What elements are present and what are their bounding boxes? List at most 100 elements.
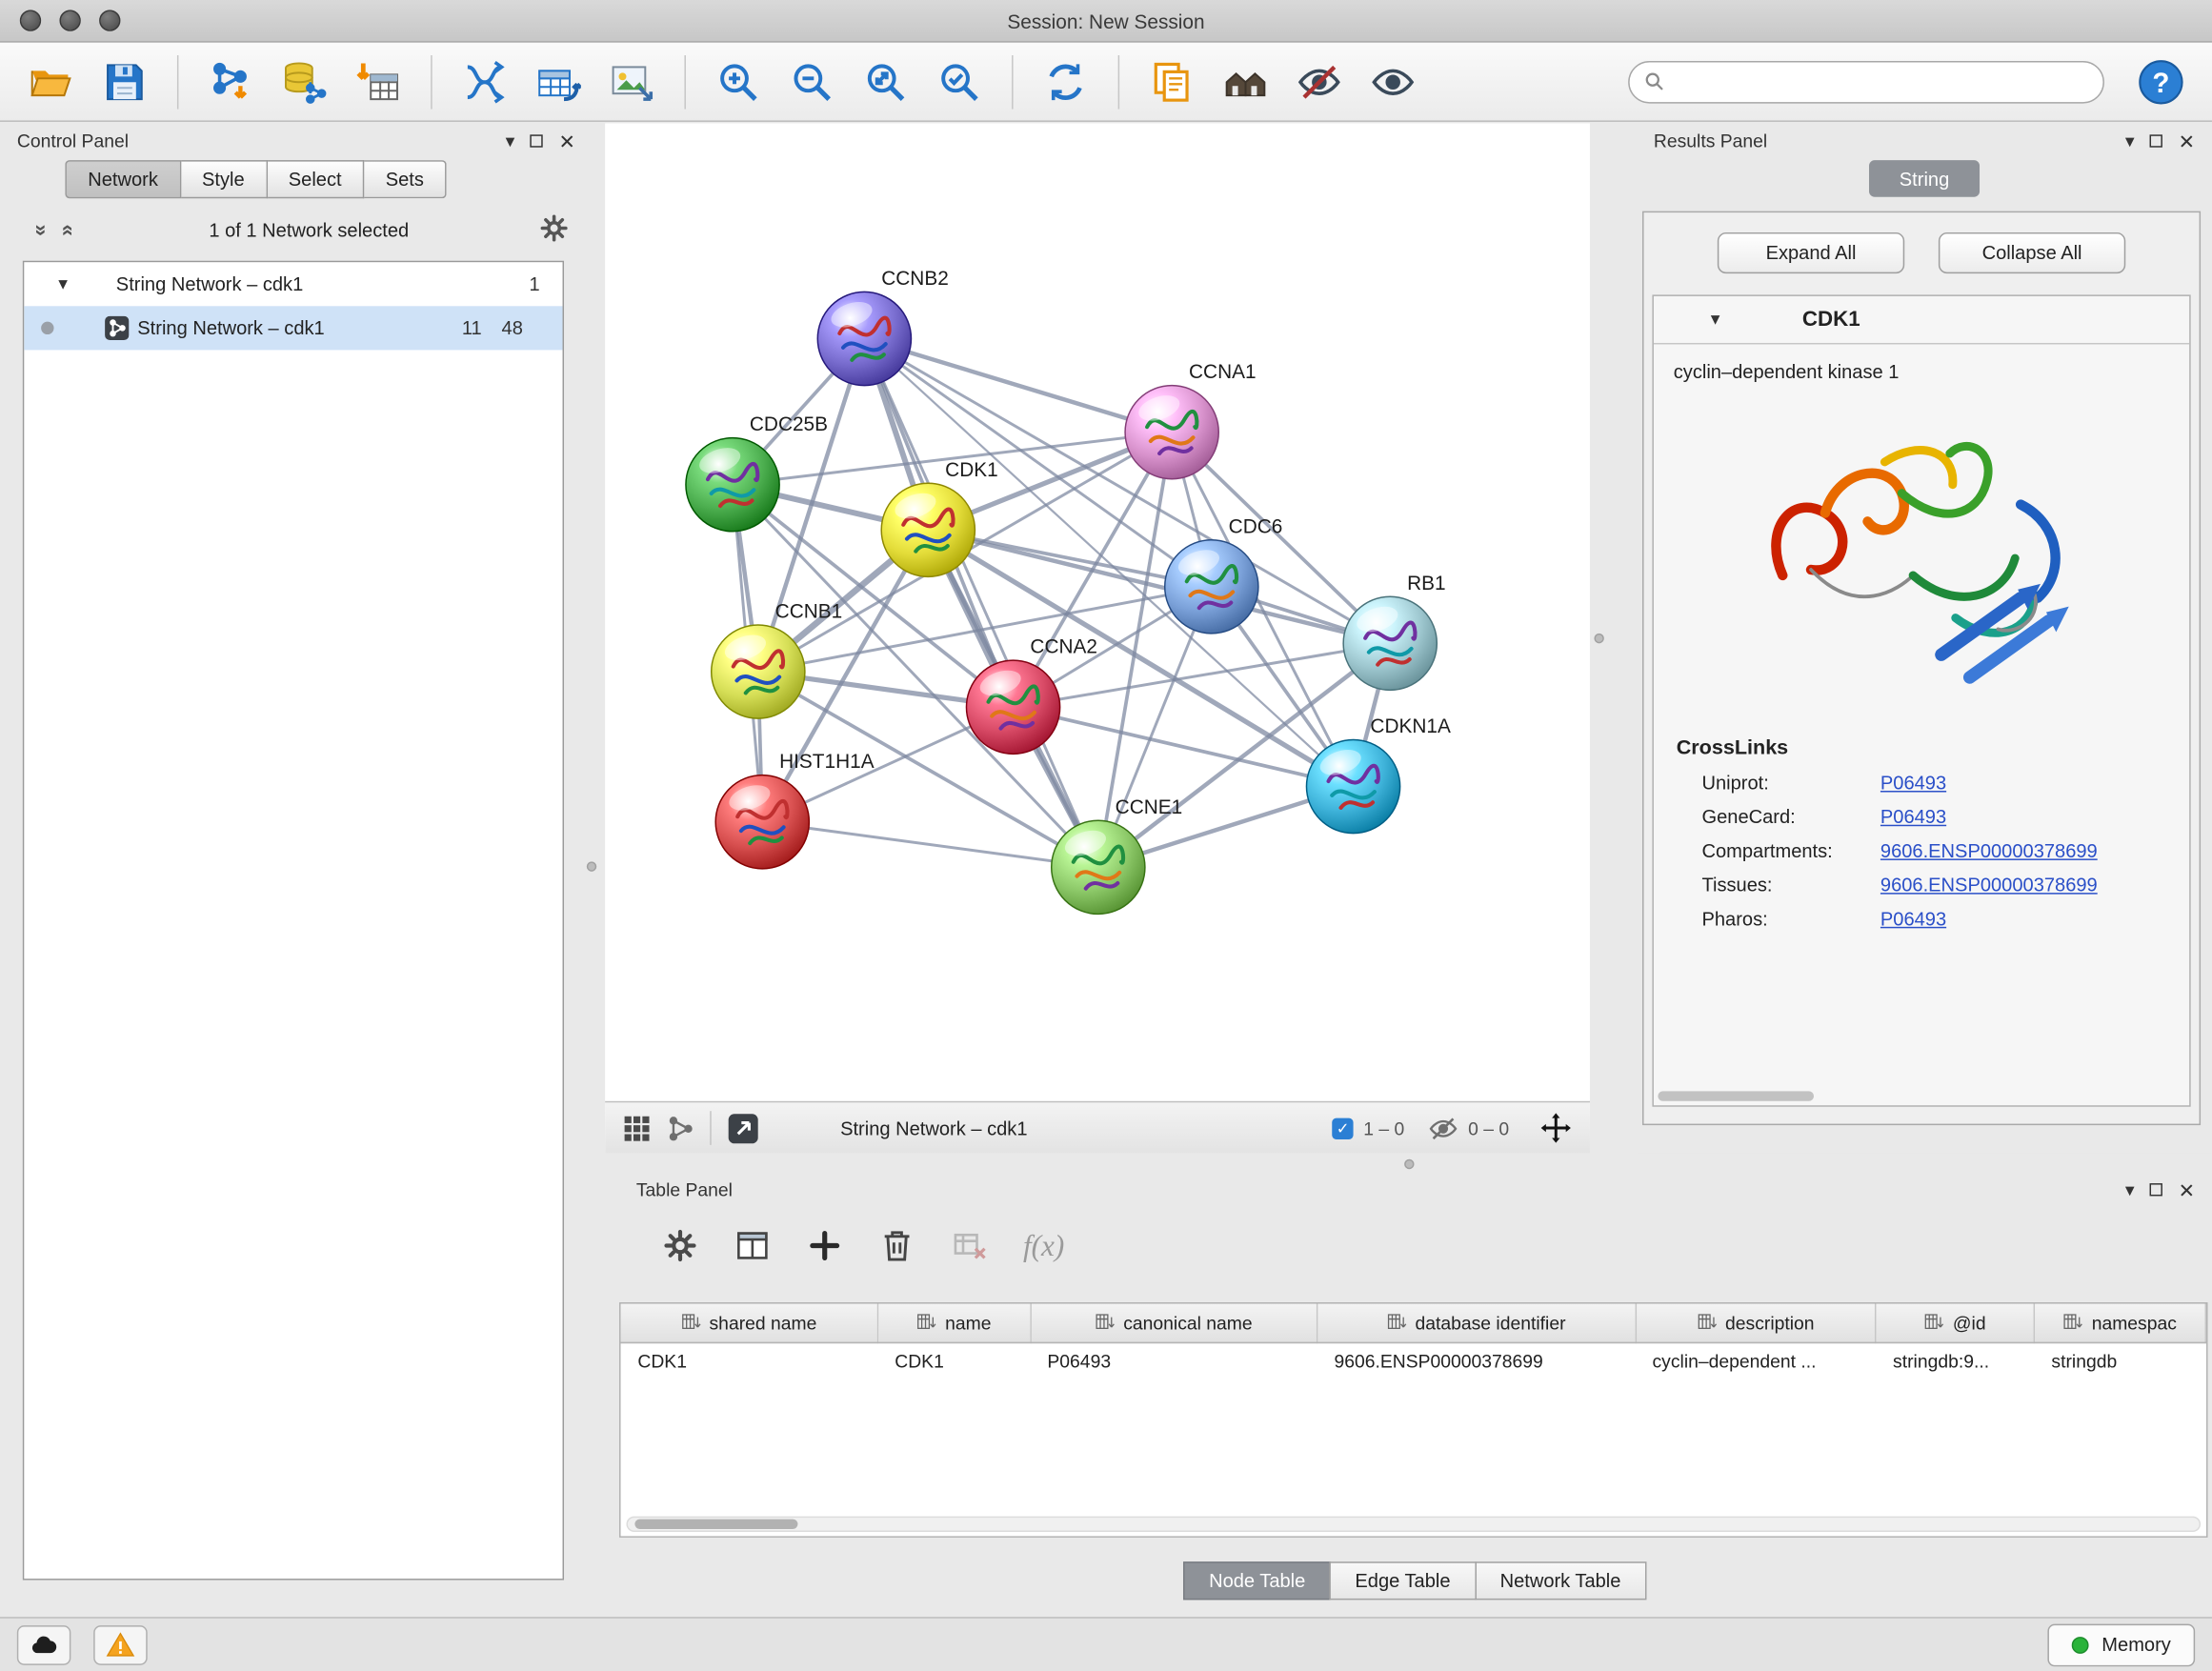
column-header[interactable]: name: [877, 1304, 1030, 1342]
network-node-CCNB2[interactable]: [817, 292, 911, 385]
close-window-button[interactable]: [20, 10, 41, 30]
tab-sets[interactable]: Sets: [364, 160, 446, 198]
import-table-button[interactable]: [344, 49, 412, 113]
network-edge-CCNA2-CDKN1A[interactable]: [1014, 707, 1354, 786]
cell-name[interactable]: CDK1: [877, 1342, 1030, 1380]
maximize-panel-icon[interactable]: [2150, 134, 2162, 147]
show-all-button[interactable]: [1359, 49, 1427, 113]
collapse-all-button[interactable]: Collapse All: [1939, 232, 2125, 273]
column-header[interactable]: description: [1636, 1304, 1877, 1342]
new-network-button[interactable]: [451, 49, 518, 113]
network-node-HIST1H1A[interactable]: [715, 775, 809, 869]
network-collection-row[interactable]: ▼ String Network – cdk1 1: [24, 262, 562, 306]
expand-all-icon[interactable]: »: [54, 217, 78, 243]
float-panel-icon[interactable]: ▾: [506, 131, 515, 150]
cell-id[interactable]: stringdb:9...: [1876, 1342, 2034, 1380]
copy-button[interactable]: [1137, 49, 1205, 113]
cell-database-identifier[interactable]: 9606.ENSP00000378699: [1317, 1342, 1636, 1380]
float-panel-icon[interactable]: ▾: [2125, 1180, 2135, 1198]
tab-node-table[interactable]: Node Table: [1183, 1561, 1331, 1600]
tab-style[interactable]: Style: [181, 160, 268, 198]
network-options-button[interactable]: [538, 212, 570, 248]
column-header[interactable]: shared name: [621, 1304, 878, 1342]
table-row[interactable]: CDK1 CDK1 P06493 9606.ENSP00000378699 cy…: [621, 1342, 2206, 1380]
network-edge-CCNB2-CCNA1[interactable]: [864, 339, 1172, 433]
hidden-indicator-button[interactable]: [1429, 1113, 1458, 1142]
tab-select[interactable]: Select: [267, 160, 364, 198]
float-panel-icon[interactable]: ▾: [2125, 131, 2135, 150]
network-share-button[interactable]: [666, 1113, 695, 1142]
protein-section-header[interactable]: ▼ CDK1: [1654, 296, 2189, 345]
table-options-button[interactable]: [662, 1227, 699, 1264]
delete-column-button[interactable]: [878, 1227, 915, 1264]
show-columns-button[interactable]: [734, 1227, 772, 1264]
genecard-link[interactable]: P06493: [1880, 806, 1946, 827]
zoom-window-button[interactable]: [99, 10, 120, 30]
zoom-in-button[interactable]: [704, 49, 772, 113]
right-splitter-handle[interactable]: [1594, 634, 1603, 643]
network-node-CCNB1[interactable]: [712, 625, 805, 718]
function-builder-button[interactable]: f(x): [1023, 1228, 1064, 1263]
birds-eye-view-button[interactable]: [622, 1113, 652, 1142]
selected-checkbox-icon[interactable]: ✓: [1332, 1117, 1353, 1138]
maximize-panel-icon[interactable]: [531, 134, 543, 147]
memory-button[interactable]: Memory: [2048, 1623, 2195, 1666]
network-edge-CCNB2-CCNE1[interactable]: [864, 339, 1097, 868]
open-in-cytoscape-web-button[interactable]: [726, 1110, 761, 1145]
pharos-link[interactable]: P06493: [1880, 908, 1946, 929]
refresh-layout-button[interactable]: [1032, 49, 1099, 113]
import-network-button[interactable]: [197, 49, 265, 113]
network-node-CCNA1[interactable]: [1125, 386, 1218, 479]
horizontal-splitter-handle[interactable]: [1404, 1159, 1414, 1169]
column-header[interactable]: canonical name: [1031, 1304, 1317, 1342]
collapse-all-icon[interactable]: »: [29, 217, 52, 243]
cell-canonical-name[interactable]: P06493: [1031, 1342, 1317, 1380]
zoom-out-button[interactable]: [778, 49, 846, 113]
close-panel-icon[interactable]: ✕: [558, 131, 574, 151]
close-panel-icon[interactable]: ✕: [2179, 1179, 2195, 1199]
network-node-CDKN1A[interactable]: [1306, 739, 1399, 833]
column-header[interactable]: namespac: [2035, 1304, 2206, 1342]
open-session-button[interactable]: [17, 49, 85, 113]
network-node-CCNE1[interactable]: [1052, 820, 1145, 914]
tissues-link[interactable]: 9606.ENSP00000378699: [1880, 875, 2098, 896]
cloud-status-button[interactable]: [17, 1624, 71, 1664]
hide-selected-button[interactable]: [1285, 49, 1353, 113]
cell-description[interactable]: cyclin–dependent ...: [1636, 1342, 1877, 1380]
neighborhood-button[interactable]: [1212, 49, 1279, 113]
network-row-selected[interactable]: String Network – cdk1 11 48: [24, 306, 562, 350]
save-session-button[interactable]: [90, 49, 158, 113]
search-input[interactable]: [1675, 70, 2088, 91]
network-node-RB1[interactable]: [1343, 596, 1437, 690]
cell-namespace[interactable]: stringdb: [2035, 1342, 2206, 1380]
pan-mode-button[interactable]: [1538, 1111, 1573, 1145]
results-horizontal-scrollbar[interactable]: [1658, 1091, 1814, 1100]
tab-network-table[interactable]: Network Table: [1475, 1561, 1646, 1600]
network-canvas[interactable]: CCNB2CCNA1CDC25BCDK1CDC6RB1CCNB1CCNA2CDK…: [605, 123, 1590, 1100]
tab-string[interactable]: String: [1869, 160, 1980, 197]
help-button[interactable]: ?: [2127, 49, 2195, 113]
import-network-database-button[interactable]: [271, 49, 338, 113]
scrollbar-thumb[interactable]: [634, 1520, 797, 1529]
warnings-button[interactable]: [93, 1624, 148, 1664]
network-node-CDK1[interactable]: [881, 483, 975, 576]
tab-edge-table[interactable]: Edge Table: [1330, 1561, 1477, 1600]
close-panel-icon[interactable]: ✕: [2179, 131, 2195, 151]
network-node-CDC25B[interactable]: [686, 438, 779, 532]
network-edge-HIST1H1A-CCNE1[interactable]: [762, 822, 1098, 868]
cell-shared-name[interactable]: CDK1: [621, 1342, 878, 1380]
minimize-window-button[interactable]: [59, 10, 80, 30]
zoom-fit-button[interactable]: [852, 49, 919, 113]
tab-network[interactable]: Network: [65, 160, 180, 198]
column-header[interactable]: @id: [1876, 1304, 2034, 1342]
search-field[interactable]: [1628, 60, 2104, 103]
zoom-selected-button[interactable]: [925, 49, 993, 113]
expand-all-button[interactable]: Expand All: [1718, 232, 1904, 273]
table-horizontal-scrollbar[interactable]: [626, 1517, 2201, 1532]
create-column-button[interactable]: [806, 1227, 843, 1264]
new-table-button[interactable]: [524, 49, 592, 113]
maximize-panel-icon[interactable]: [2150, 1183, 2162, 1196]
tree-expand-icon[interactable]: ▼: [55, 275, 70, 292]
uniprot-link[interactable]: P06493: [1880, 773, 1946, 794]
left-splitter-handle[interactable]: [587, 861, 596, 871]
